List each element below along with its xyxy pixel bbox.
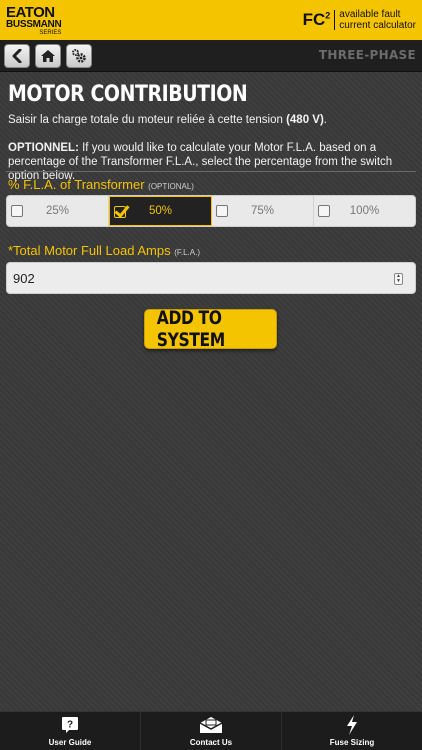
back-arrow-icon <box>12 48 22 63</box>
stepper-icon[interactable]: ▲ ▼ <box>394 273 403 285</box>
percent-option-label: 50% <box>148 205 173 217</box>
percent-option-50[interactable]: 50% <box>109 196 212 226</box>
svg-text:?: ? <box>67 720 73 731</box>
home-button[interactable] <box>35 43 61 68</box>
brand-eaton: EATON <box>6 3 55 21</box>
percent-option-75[interactable]: 75% <box>212 196 314 226</box>
back-button[interactable] <box>4 43 30 68</box>
tab-label: Fuse Sizing <box>329 738 375 747</box>
instruction-body: Saisir la charge totale du moteur reliée… <box>8 114 287 126</box>
fc-logo-text: FC <box>302 10 326 29</box>
divider <box>6 171 416 172</box>
eaton-logo: EATON BUSSMANN SERIES <box>6 3 62 36</box>
gear-icon <box>72 48 86 63</box>
page-title: MOTOR CONTRIBUTION <box>8 82 248 107</box>
tab-user-guide[interactable]: ? User Guide <box>0 712 141 750</box>
tab-fuse-sizing[interactable]: Fuse Sizing <box>282 712 422 750</box>
instruction-text: Saisir la charge totale du moteur reliée… <box>8 114 418 126</box>
fc-logo-sup: 2 <box>325 10 331 21</box>
home-icon <box>41 49 55 62</box>
bottom-tab-bar: ? User Guide Contact Us Fuse Sizing <box>0 711 422 750</box>
envelope-icon <box>199 715 223 735</box>
settings-button[interactable] <box>66 43 92 68</box>
lightning-icon <box>346 715 358 735</box>
amps-label: *Total Motor Full Load Amps (F.L.A.) <box>8 243 200 258</box>
amps-label-text: *Total Motor Full Load Amps <box>8 243 171 258</box>
percent-option-100[interactable]: 100% <box>314 196 415 226</box>
app-name: available fault current calculator <box>339 9 416 31</box>
nav-bar: THREE-PHASE <box>0 40 422 72</box>
phase-label: THREE-PHASE <box>318 48 416 62</box>
percent-option-label: 100% <box>349 205 380 217</box>
motor-fla-value: 902 <box>13 270 35 286</box>
tab-contact-us[interactable]: Contact Us <box>141 712 282 750</box>
instruction-voltage: (480 V) <box>286 114 324 126</box>
brand-bussmann: BUSSMANN <box>6 18 62 30</box>
motor-fla-input[interactable]: 902 ▲ ▼ <box>6 262 416 294</box>
instruction-end: . <box>323 114 327 126</box>
percent-option-label: 25% <box>45 205 70 217</box>
app-logo: FC2 available fault current calculator <box>303 9 416 31</box>
fla-label: % F.L.A. of Transformer (OPTIONAL) <box>8 177 194 192</box>
add-to-system-button[interactable]: ADD TO SYSTEM <box>144 307 277 351</box>
tab-label: User Guide <box>48 738 92 747</box>
amps-label-unit: (F.L.A.) <box>174 248 200 257</box>
brand-series: SERIES <box>39 29 62 36</box>
percent-option-25[interactable]: 25% <box>7 196 109 226</box>
checkbox-icon <box>216 205 228 217</box>
fla-label-optional: (OPTIONAL) <box>148 182 194 191</box>
percent-option-label: 75% <box>250 205 275 217</box>
checkbox-icon <box>11 205 23 217</box>
fla-label-text: % F.L.A. of Transformer <box>8 177 145 192</box>
app-name-line2: current calculator <box>339 20 416 31</box>
app-header: EATON BUSSMANN SERIES FC2 available faul… <box>0 0 422 40</box>
app-name-line1: available fault <box>339 9 401 20</box>
add-to-system-label: ADD TO SYSTEM <box>156 307 225 351</box>
question-icon: ? <box>61 715 79 735</box>
fc-logo: FC2 <box>303 10 336 30</box>
checkmark-icon <box>114 206 126 218</box>
percentage-switch: 25% 50% 75% 100% <box>6 195 416 227</box>
tab-label: Contact Us <box>189 738 233 747</box>
optional-label: OPTIONNEL: <box>8 142 79 154</box>
checkbox-icon <box>318 205 330 217</box>
